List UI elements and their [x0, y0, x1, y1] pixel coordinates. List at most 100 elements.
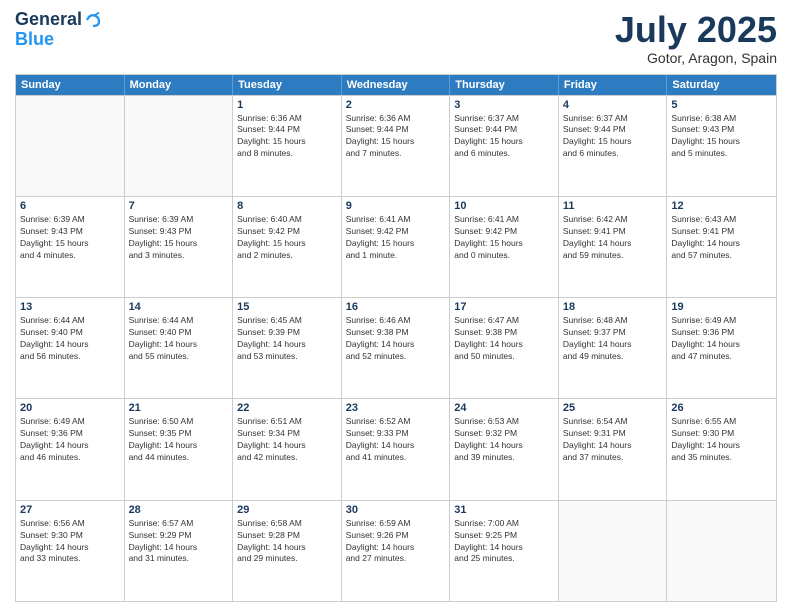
day-number: 30 [346, 504, 446, 516]
day-number: 12 [671, 200, 772, 212]
location: Gotor, Aragon, Spain [615, 50, 777, 66]
day-number: 21 [129, 402, 229, 414]
day-number: 5 [671, 99, 772, 111]
calendar-cell: 2 Sunrise: 6:36 AM Sunset: 9:44 PM Daylig… [342, 96, 451, 196]
day-number: 18 [563, 301, 663, 313]
calendar-cell: 14 Sunrise: 6:44 AM Sunset: 9:40 PM Dayli… [125, 298, 234, 398]
day-number: 3 [454, 99, 554, 111]
day-info: Sunrise: 6:41 AM Sunset: 9:42 PM Dayligh… [346, 214, 446, 262]
day-info: Sunrise: 6:55 AM Sunset: 9:30 PM Dayligh… [671, 416, 772, 464]
weekday-header-thursday: Thursday [450, 75, 559, 95]
day-info: Sunrise: 6:56 AM Sunset: 9:30 PM Dayligh… [20, 518, 120, 566]
calendar-header: SundayMondayTuesdayWednesdayThursdayFrid… [16, 75, 776, 95]
day-info: Sunrise: 6:37 AM Sunset: 9:44 PM Dayligh… [454, 113, 554, 161]
day-info: Sunrise: 6:52 AM Sunset: 9:33 PM Dayligh… [346, 416, 446, 464]
day-info: Sunrise: 6:54 AM Sunset: 9:31 PM Dayligh… [563, 416, 663, 464]
calendar-cell: 15 Sunrise: 6:45 AM Sunset: 9:39 PM Dayli… [233, 298, 342, 398]
day-info: Sunrise: 6:44 AM Sunset: 9:40 PM Dayligh… [20, 315, 120, 363]
calendar-cell: 10 Sunrise: 6:41 AM Sunset: 9:42 PM Dayli… [450, 197, 559, 297]
day-number: 28 [129, 504, 229, 516]
day-number: 26 [671, 402, 772, 414]
logo-text-general: General [15, 10, 82, 30]
day-info: Sunrise: 6:59 AM Sunset: 9:26 PM Dayligh… [346, 518, 446, 566]
day-number: 6 [20, 200, 120, 212]
page: General Blue July 2025 Gotor, Aragon, Sp… [0, 0, 792, 612]
day-number: 15 [237, 301, 337, 313]
calendar-cell: 21 Sunrise: 6:50 AM Sunset: 9:35 PM Dayli… [125, 399, 234, 499]
calendar-week-3: 13 Sunrise: 6:44 AM Sunset: 9:40 PM Dayli… [16, 297, 776, 398]
logo-text-blue: Blue [15, 30, 102, 50]
calendar-week-5: 27Sunrise: 6:56 AM Sunset: 9:30 PM Dayli… [16, 500, 776, 601]
day-number: 4 [563, 99, 663, 111]
day-info: Sunrise: 6:37 AM Sunset: 9:44 PM Dayligh… [563, 113, 663, 161]
calendar-cell: 26 Sunrise: 6:55 AM Sunset: 9:30 PM Dayli… [667, 399, 776, 499]
calendar-cell: 23 Sunrise: 6:52 AM Sunset: 9:33 PM Dayli… [342, 399, 451, 499]
day-info: Sunrise: 6:39 AM Sunset: 9:43 PM Dayligh… [20, 214, 120, 262]
day-number: 14 [129, 301, 229, 313]
calendar-week-2: 6 Sunrise: 6:39 AM Sunset: 9:43 PM Daylig… [16, 196, 776, 297]
weekday-header-wednesday: Wednesday [342, 75, 451, 95]
calendar-cell: 11Sunrise: 6:42 AM Sunset: 9:41 PM Dayli… [559, 197, 668, 297]
day-number: 24 [454, 402, 554, 414]
day-number: 17 [454, 301, 554, 313]
header: General Blue July 2025 Gotor, Aragon, Sp… [15, 10, 777, 66]
calendar-cell: 24 Sunrise: 6:53 AM Sunset: 9:32 PM Dayli… [450, 399, 559, 499]
day-info: Sunrise: 6:49 AM Sunset: 9:36 PM Dayligh… [671, 315, 772, 363]
calendar-cell: 1 Sunrise: 6:36 AM Sunset: 9:44 PM Daylig… [233, 96, 342, 196]
calendar-cell: 30 Sunrise: 6:59 AM Sunset: 9:26 PM Dayli… [342, 501, 451, 601]
day-info: Sunrise: 6:40 AM Sunset: 9:42 PM Dayligh… [237, 214, 337, 262]
day-number: 8 [237, 200, 337, 212]
day-info: Sunrise: 7:00 AM Sunset: 9:25 PM Dayligh… [454, 518, 554, 566]
calendar-body: 1 Sunrise: 6:36 AM Sunset: 9:44 PM Daylig… [16, 95, 776, 601]
calendar-cell [559, 501, 668, 601]
day-info: Sunrise: 6:47 AM Sunset: 9:38 PM Dayligh… [454, 315, 554, 363]
calendar-cell: 22 Sunrise: 6:51 AM Sunset: 9:34 PM Dayli… [233, 399, 342, 499]
day-number: 23 [346, 402, 446, 414]
weekday-header-tuesday: Tuesday [233, 75, 342, 95]
day-info: Sunrise: 6:41 AM Sunset: 9:42 PM Dayligh… [454, 214, 554, 262]
calendar-cell: 12 Sunrise: 6:43 AM Sunset: 9:41 PM Dayli… [667, 197, 776, 297]
day-info: Sunrise: 6:44 AM Sunset: 9:40 PM Dayligh… [129, 315, 229, 363]
day-info: Sunrise: 6:45 AM Sunset: 9:39 PM Dayligh… [237, 315, 337, 363]
calendar-cell: 3 Sunrise: 6:37 AM Sunset: 9:44 PM Daylig… [450, 96, 559, 196]
day-number: 20 [20, 402, 120, 414]
day-info: Sunrise: 6:38 AM Sunset: 9:43 PM Dayligh… [671, 113, 772, 161]
day-info: Sunrise: 6:39 AM Sunset: 9:43 PM Dayligh… [129, 214, 229, 262]
month-title: July 2025 [615, 10, 777, 50]
day-info: Sunrise: 6:57 AM Sunset: 9:29 PM Dayligh… [129, 518, 229, 566]
calendar-cell: 4 Sunrise: 6:37 AM Sunset: 9:44 PM Daylig… [559, 96, 668, 196]
calendar-cell: 6 Sunrise: 6:39 AM Sunset: 9:43 PM Daylig… [16, 197, 125, 297]
calendar-cell [667, 501, 776, 601]
logo-icon [84, 11, 102, 29]
calendar: SundayMondayTuesdayWednesdayThursdayFrid… [15, 74, 777, 602]
calendar-cell: 9Sunrise: 6:41 AM Sunset: 9:42 PM Daylig… [342, 197, 451, 297]
day-number: 22 [237, 402, 337, 414]
calendar-cell: 7 Sunrise: 6:39 AM Sunset: 9:43 PM Daylig… [125, 197, 234, 297]
weekday-header-sunday: Sunday [16, 75, 125, 95]
day-number: 7 [129, 200, 229, 212]
day-number: 1 [237, 99, 337, 111]
day-info: Sunrise: 6:50 AM Sunset: 9:35 PM Dayligh… [129, 416, 229, 464]
weekday-header-monday: Monday [125, 75, 234, 95]
calendar-cell: 18Sunrise: 6:48 AM Sunset: 9:37 PM Dayli… [559, 298, 668, 398]
day-number: 31 [454, 504, 554, 516]
day-number: 2 [346, 99, 446, 111]
calendar-cell: 20Sunrise: 6:49 AM Sunset: 9:36 PM Dayli… [16, 399, 125, 499]
day-info: Sunrise: 6:36 AM Sunset: 9:44 PM Dayligh… [346, 113, 446, 161]
calendar-cell: 8 Sunrise: 6:40 AM Sunset: 9:42 PM Daylig… [233, 197, 342, 297]
day-number: 10 [454, 200, 554, 212]
day-number: 16 [346, 301, 446, 313]
day-info: Sunrise: 6:51 AM Sunset: 9:34 PM Dayligh… [237, 416, 337, 464]
calendar-cell: 19 Sunrise: 6:49 AM Sunset: 9:36 PM Dayli… [667, 298, 776, 398]
calendar-cell [125, 96, 234, 196]
weekday-header-friday: Friday [559, 75, 668, 95]
title-block: July 2025 Gotor, Aragon, Spain [615, 10, 777, 66]
weekday-header-saturday: Saturday [667, 75, 776, 95]
calendar-cell: 27Sunrise: 6:56 AM Sunset: 9:30 PM Dayli… [16, 501, 125, 601]
day-info: Sunrise: 6:43 AM Sunset: 9:41 PM Dayligh… [671, 214, 772, 262]
day-info: Sunrise: 6:53 AM Sunset: 9:32 PM Dayligh… [454, 416, 554, 464]
day-info: Sunrise: 6:46 AM Sunset: 9:38 PM Dayligh… [346, 315, 446, 363]
day-number: 13 [20, 301, 120, 313]
day-info: Sunrise: 6:36 AM Sunset: 9:44 PM Dayligh… [237, 113, 337, 161]
day-number: 19 [671, 301, 772, 313]
